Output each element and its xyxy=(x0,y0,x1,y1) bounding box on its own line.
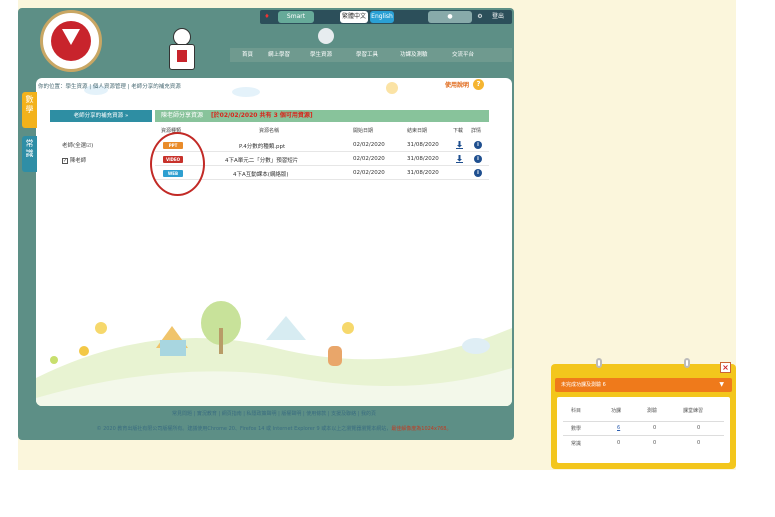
main-nav: 首頁 網上學習 學生資源 學習工具 功課及測驗 交流平台 xyxy=(230,48,512,62)
widget-subject: 常識 xyxy=(571,441,582,447)
table-row: VIDEO 4下A單元二「分數」預習短片 02/02/2020 31/08/20… xyxy=(155,154,489,166)
school-logo[interactable] xyxy=(40,10,102,72)
settings-icon[interactable]: ⚙ xyxy=(476,11,484,23)
chevron-down-icon[interactable]: ▼ xyxy=(719,378,724,392)
checkbox-checked-icon[interactable]: ✓ xyxy=(62,158,68,164)
filter-teacher-chan[interactable]: ✓ 陳老師 xyxy=(62,156,86,164)
start-date: 02/02/2020 xyxy=(353,156,385,162)
copyright-text: © 2020 教育出版社有限公司版權所有。建議使用Chrome 20、Firef… xyxy=(96,426,392,432)
panel-title: 陳老師分享資源 xyxy=(161,112,204,119)
screen: ♦ Smart 繁體中文 English ● ⚙ 登出 首頁 網上學習 學生資源… xyxy=(0,0,775,517)
info-icon[interactable]: i xyxy=(474,141,482,149)
start-date: 02/02/2020 xyxy=(353,142,385,148)
left-menu-title[interactable]: 老師分享的補充資源 » xyxy=(50,110,152,122)
widget-homework-count: 0 xyxy=(617,440,621,446)
smart-button[interactable]: Smart xyxy=(278,11,314,23)
start-date: 02/02/2020 xyxy=(353,170,385,176)
col-detail: 詳情 xyxy=(471,128,482,134)
nav-homework[interactable]: 功課及測驗 xyxy=(400,48,428,62)
resource-panel-header: 陳老師分享資源 [於02/02/2020 共有 3 個可用資源] xyxy=(155,110,489,122)
logo-emblem xyxy=(51,21,91,61)
resource-name[interactable]: P.4分數的種類.ppt xyxy=(239,142,285,150)
info-icon[interactable]: i xyxy=(474,169,482,177)
question-icon[interactable]: ? xyxy=(473,79,484,90)
col-name[interactable]: 資源名稱 xyxy=(259,127,279,134)
col-download: 下載 xyxy=(453,128,464,134)
table-header: 資源種類 資源名稱 開始日期 結束日期 下載 詳情 xyxy=(155,127,489,136)
left-menu-label: 老師分享的補充資源 xyxy=(73,113,124,119)
help-link[interactable]: 使用說明 xyxy=(445,80,469,89)
top-bar: ♦ Smart 繁體中文 English ● ⚙ 登出 xyxy=(260,10,512,24)
filter-all-label: 老師(全選☑) xyxy=(62,143,94,149)
ring-icon xyxy=(684,358,690,368)
filter-chan-label: 陳老師 xyxy=(69,158,87,164)
widget-subject: 數學 xyxy=(571,426,582,432)
widget-header[interactable]: 未完成功課及測驗 6 ▼ xyxy=(555,378,732,392)
footer-copyright: © 2020 教育出版社有限公司版權所有。建議使用Chrome 20、Firef… xyxy=(36,425,512,432)
info-icon[interactable]: i xyxy=(474,155,482,163)
nav-learning-tools[interactable]: 學習工具 xyxy=(356,48,378,62)
tab-math[interactable]: 數學 xyxy=(22,92,37,128)
figure-icon: ♦ xyxy=(264,13,270,20)
filter-all-teachers[interactable]: 老師(全選☑) xyxy=(62,141,93,149)
ring-icon xyxy=(596,358,602,368)
user-avatar[interactable]: ● xyxy=(428,11,472,23)
widget-col-test: 測驗 xyxy=(647,408,658,414)
table-row: PPT P.4分數的種類.ppt 02/02/2020 31/08/2020 i xyxy=(155,140,489,152)
widget-col-homework: 功課 xyxy=(611,408,622,414)
widget-practice-count: 0 xyxy=(697,440,701,446)
download-icon[interactable] xyxy=(456,155,463,163)
chevron-right-icon: » xyxy=(124,113,129,119)
widget-col-subject: 科目 xyxy=(571,408,582,414)
widget-practice-count: 0 xyxy=(697,425,701,431)
end-date: 31/08/2020 xyxy=(407,156,439,162)
widget-test-count: 0 xyxy=(653,440,657,446)
logout-button[interactable]: 登出 xyxy=(488,11,508,23)
widget-title: 未完成功課及測驗 6 xyxy=(561,382,606,388)
nav-online-learning[interactable]: 網上學習 xyxy=(268,48,290,62)
end-date: 31/08/2020 xyxy=(407,142,439,148)
lang-trad-button[interactable]: 繁體中文 xyxy=(340,11,368,23)
tab-general-studies[interactable]: 常識 xyxy=(22,136,37,172)
download-icon[interactable] xyxy=(456,141,463,149)
end-date: 31/08/2020 xyxy=(407,170,439,176)
col-start[interactable]: 開始日期 xyxy=(353,127,373,134)
footer-links[interactable]: 常見問題 | 實況教育 | 網頁指南 | 私隱政策聲明 | 版權聲明 | 使用條… xyxy=(36,410,512,417)
widget-table: 科目 功課 測驗 課堂練習 數學 6 0 0 常識 0 0 0 xyxy=(557,397,730,463)
mascot-icon xyxy=(165,28,199,72)
widget-col-practice: 課堂練習 xyxy=(683,408,704,414)
widget-homework-count[interactable]: 6 xyxy=(617,425,620,431)
col-end[interactable]: 結束日期 xyxy=(407,127,427,134)
nav-student-resources[interactable]: 學生資源 xyxy=(310,48,332,62)
nav-home[interactable]: 首頁 xyxy=(242,48,253,62)
widget-test-count: 0 xyxy=(653,425,657,431)
resolution-note: 最佳解像度為1024x768。 xyxy=(391,426,452,432)
red-annotation-circle xyxy=(150,132,205,196)
breadcrumb[interactable]: 你的位置：學生資源 | 個人資源管理 | 老師分享的補充資源 xyxy=(38,82,181,90)
table-row: WEB 4下A互動課本(網絡版) 02/02/2020 31/08/2020 i xyxy=(155,168,489,180)
resource-name[interactable]: 4下A互動課本(網絡版) xyxy=(233,170,289,178)
resource-name[interactable]: 4下A單元二「分數」預習短片 xyxy=(225,156,298,164)
close-icon[interactable]: × xyxy=(720,362,731,373)
robot-icon xyxy=(318,28,334,44)
resource-count: [於02/02/2020 共有 3 個可用資源] xyxy=(210,112,313,119)
nav-exchange[interactable]: 交流平台 xyxy=(452,48,474,62)
lang-en-button[interactable]: English xyxy=(370,11,394,23)
